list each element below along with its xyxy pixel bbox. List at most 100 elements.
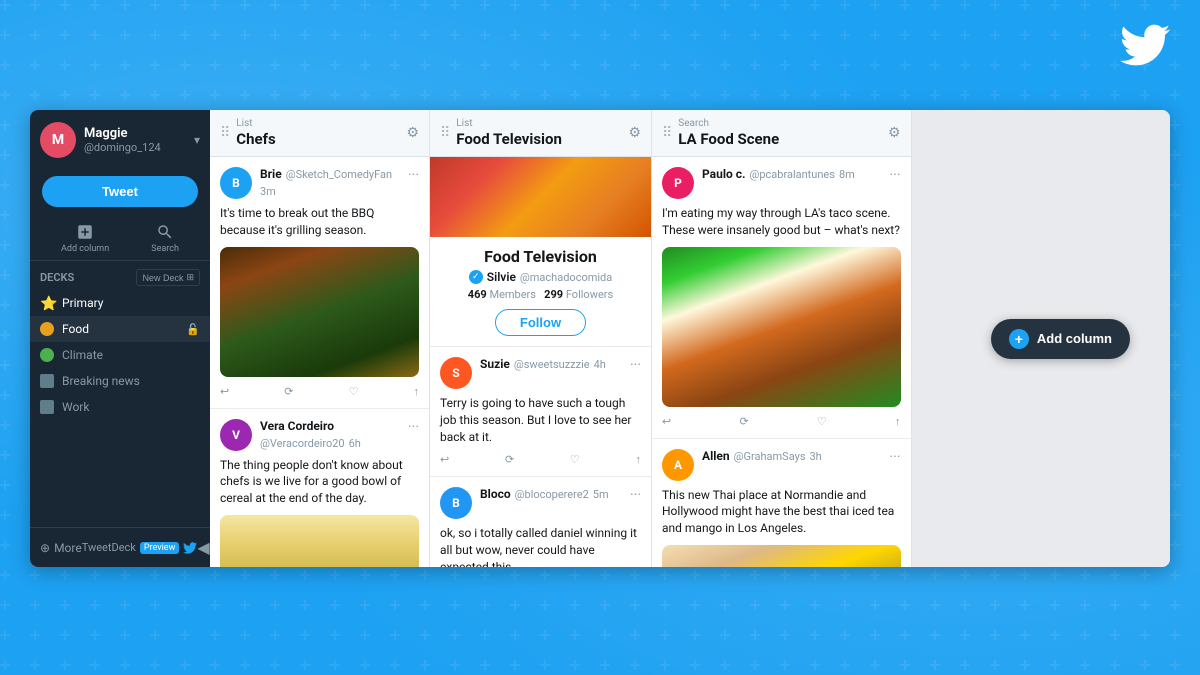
share-button[interactable]: ↑: [414, 385, 420, 398]
drag-handle-icon[interactable]: ⠿: [662, 125, 672, 141]
like-button[interactable]: ♡: [349, 385, 359, 398]
tweet-image: [662, 247, 901, 407]
decks-label: Decks: [40, 271, 74, 284]
tweet-name-time: Allen @GrahamSays 3h: [702, 449, 890, 463]
sidebar-item-climate[interactable]: Climate: [30, 342, 210, 368]
twitter-logo: [1120, 20, 1170, 70]
reply-button[interactable]: ↩: [220, 385, 229, 398]
tweet-card: A Allen @GrahamSays 3h ··· This new Thai…: [652, 439, 911, 567]
columns-area: ⠿ List Chefs ⚙ B Brie @Sketch_ComedyFa: [210, 110, 1170, 567]
tweet-button[interactable]: Tweet: [42, 176, 198, 207]
list-hero-image: [430, 157, 651, 237]
column-chefs-content: B Brie @Sketch_ComedyFan 3m ··· It's tim…: [210, 157, 429, 567]
user-info: Maggie @domingo_124: [84, 126, 194, 154]
tweet-card: B Bloco @blocoperere2 5m ··· ok, so i to…: [430, 477, 651, 567]
tweet-handle: @Sketch_ComedyFan: [286, 168, 392, 181]
tweet-user-info: Paulo c. @pcabralantunes 8m: [702, 167, 890, 181]
column-settings-icon[interactable]: ⚙: [628, 125, 641, 141]
sidebar-item-primary[interactable]: ⭐ Primary: [30, 290, 210, 316]
tweet-more-icon[interactable]: ···: [890, 167, 901, 183]
tweet-handle: @Veracordeiro20: [260, 437, 345, 450]
column-settings-icon[interactable]: ⚙: [888, 125, 901, 141]
reply-button[interactable]: ↩: [440, 453, 449, 466]
list-owner-handle: @machadocomida: [520, 271, 612, 284]
tweet-name: Vera Cordeiro: [260, 419, 334, 433]
tweet-handle: @GrahamSays: [734, 450, 806, 463]
add-column-nav-item[interactable]: Add column: [61, 223, 109, 254]
sidebar-item-food[interactable]: Food 🔓: [30, 316, 210, 342]
tweet-handle: @blocoperere2: [515, 488, 589, 501]
retweet-button[interactable]: ⟳: [505, 453, 514, 466]
column-title-chefs: Chefs: [236, 130, 275, 148]
column-type-label: List: [456, 118, 628, 129]
tweet-time: 3m: [260, 185, 276, 198]
breaking-news-deck-icon: [40, 374, 54, 388]
tweet-name: Brie: [260, 167, 282, 181]
reply-button[interactable]: ↩: [662, 415, 671, 428]
deck-name-food: Food: [62, 322, 186, 336]
column-food-tv-header-text: List Food Television: [456, 118, 628, 148]
tweet-header: P Paulo c. @pcabralantunes 8m ···: [662, 167, 901, 199]
deck-name-breaking-news: Breaking news: [62, 374, 200, 388]
tweet-more-icon[interactable]: ···: [630, 357, 641, 373]
tweet-name: Bloco: [480, 487, 511, 501]
like-button[interactable]: ♡: [570, 453, 580, 466]
share-button[interactable]: ↑: [635, 453, 641, 466]
tweet-name-time: Brie @Sketch_ComedyFan 3m: [260, 167, 408, 198]
tweet-more-icon[interactable]: ···: [408, 419, 419, 435]
tweet-time: 8m: [839, 168, 855, 181]
tweet-card: V Vera Cordeiro @Veracordeiro20 6h ··· T…: [210, 409, 429, 567]
list-owner-name: Silvie: [487, 270, 516, 284]
drag-handle-icon[interactable]: ⠿: [220, 125, 230, 141]
column-la-header-text: Search LA Food Scene: [678, 118, 888, 148]
tweet-name: Paulo c.: [702, 167, 745, 181]
user-profile[interactable]: M Maggie @domingo_124 ▾: [30, 110, 210, 170]
tweet-card: S Suzie @sweetsuzzzie 4h ··· Terry is go…: [430, 347, 651, 477]
avatar: M: [40, 122, 76, 158]
tweet-image: [220, 515, 419, 567]
new-deck-button[interactable]: New Deck ⊞: [136, 269, 200, 286]
collapse-sidebar-button[interactable]: ◀: [197, 538, 209, 557]
verified-badge: ✓: [469, 270, 483, 284]
column-title-food-tv: Food Television: [456, 130, 562, 148]
tweet-name: Allen: [702, 449, 730, 463]
search-nav-item[interactable]: Search: [151, 223, 179, 254]
retweet-button[interactable]: ⟳: [739, 415, 748, 428]
list-header-card: Food Television ✓ Silvie @machadocomida …: [430, 157, 651, 347]
more-button[interactable]: ⊕ More: [40, 541, 82, 555]
drag-handle-icon[interactable]: ⠿: [440, 125, 450, 141]
tweet-header: B Bloco @blocoperere2 5m ···: [440, 487, 641, 519]
sidebar-item-work[interactable]: Work: [30, 394, 210, 420]
sidebar-bottom: ⊕ More TweetDeck Preview ◀: [30, 527, 210, 567]
tweet-more-icon[interactable]: ···: [630, 487, 641, 503]
like-button[interactable]: ♡: [817, 415, 827, 428]
tweet-header: B Brie @Sketch_ComedyFan 3m ···: [220, 167, 419, 199]
column-settings-icon[interactable]: ⚙: [406, 125, 419, 141]
preview-badge: Preview: [140, 542, 179, 554]
retweet-button[interactable]: ⟳: [284, 385, 293, 398]
app-container: M Maggie @domingo_124 ▾ Tweet Add column…: [30, 110, 1170, 567]
sidebar-item-breaking-news[interactable]: Breaking news: [30, 368, 210, 394]
tweet-avatar: V: [220, 419, 252, 451]
tweet-text: It's time to break out the BBQ because i…: [220, 205, 419, 239]
tweet-avatar: A: [662, 449, 694, 481]
tweet-handle: @pcabralantunes: [749, 168, 834, 181]
add-column-button[interactable]: + Add column: [991, 319, 1130, 359]
cereal-image: [220, 515, 419, 567]
tweet-actions: ↩ ⟳ ♡ ↑: [220, 385, 419, 398]
primary-deck-icon: ⭐: [40, 296, 54, 310]
thai-woman-image: [662, 545, 901, 567]
tweet-header: V Vera Cordeiro @Veracordeiro20 6h ···: [220, 419, 419, 451]
follow-button[interactable]: Follow: [495, 309, 586, 336]
list-stats: 469 Members 299 Followers: [442, 288, 639, 301]
display-name: Maggie: [84, 126, 194, 141]
tweet-more-icon[interactable]: ···: [408, 167, 419, 183]
add-column-label: Add column: [61, 244, 109, 254]
decks-header: Decks New Deck ⊞: [30, 261, 210, 290]
tweet-user-info: Suzie @sweetsuzzzie 4h: [480, 357, 630, 371]
tweet-more-icon[interactable]: ···: [890, 449, 901, 465]
share-button[interactable]: ↑: [895, 415, 901, 428]
tweet-time: 3h: [810, 450, 822, 463]
tweet-time: 4h: [594, 358, 606, 371]
tweet-name-time: Suzie @sweetsuzzzie 4h: [480, 357, 630, 371]
